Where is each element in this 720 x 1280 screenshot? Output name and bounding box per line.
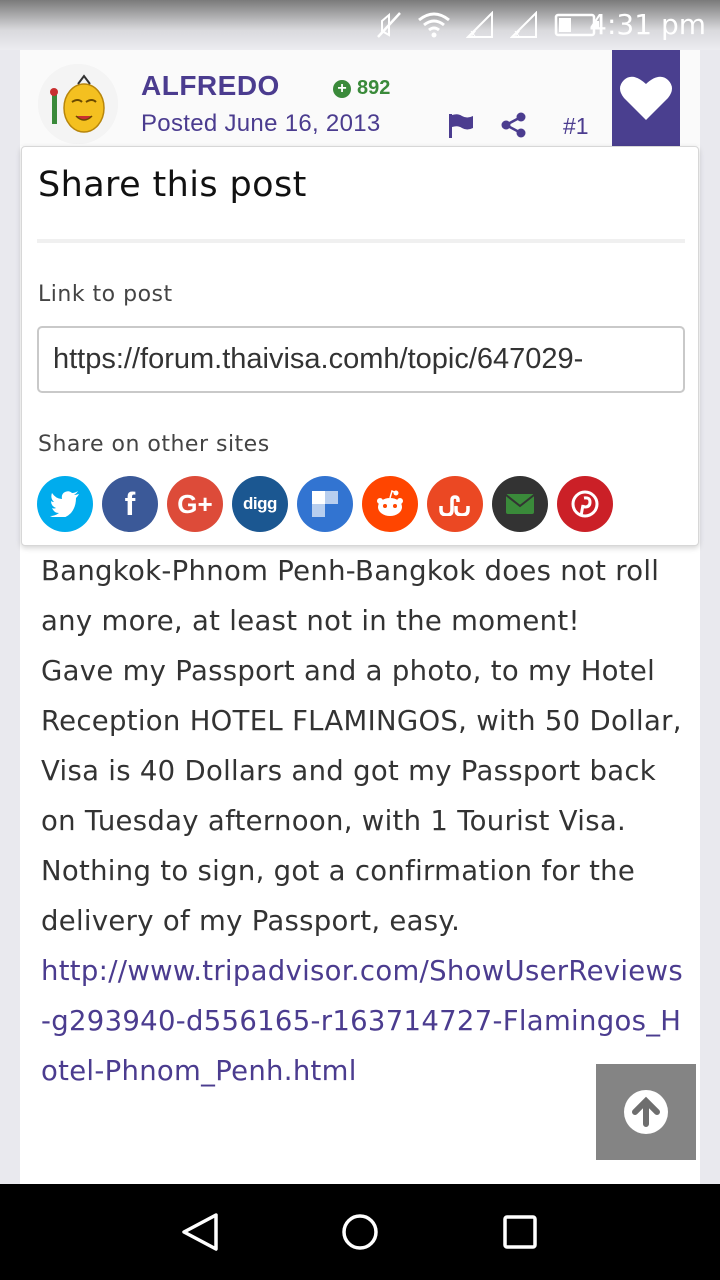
- mute-icon: [377, 12, 401, 38]
- svg-text:x: x: [514, 27, 521, 39]
- post-number-link[interactable]: #1: [563, 113, 589, 140]
- facebook-icon: f: [124, 485, 136, 522]
- envelope-icon: [505, 494, 535, 514]
- wifi-icon: [418, 12, 450, 38]
- clock: 4:31 pm: [589, 8, 706, 41]
- flag-icon[interactable]: [448, 114, 474, 138]
- share-site-buttons: f G+ digg: [37, 476, 613, 532]
- reddit-share-button[interactable]: [362, 476, 418, 532]
- post-paragraph: Gave my Passport and a photo, to my Hote…: [41, 655, 682, 937]
- signal-2-icon: x: [510, 11, 537, 39]
- post-paragraph: Bangkok-Phnom Penh-Bangkok does not roll…: [41, 555, 660, 637]
- stumbleupon-icon: [439, 495, 470, 516]
- stumbleupon-share-button[interactable]: [427, 476, 483, 532]
- system-navigation-bar: [0, 1184, 720, 1280]
- back-icon[interactable]: [178, 1212, 222, 1252]
- share-other-sites-label: Share on other sites: [38, 432, 270, 457]
- twitter-share-button[interactable]: [37, 476, 93, 532]
- post-link-field[interactable]: [37, 326, 685, 393]
- post-date: Posted June 16, 2013: [141, 110, 381, 137]
- svg-text:x: x: [470, 27, 477, 39]
- signal-1-icon: x: [466, 11, 493, 39]
- reputation-count: 892: [357, 77, 391, 99]
- share-popup-title: Share this post: [38, 165, 307, 205]
- status-bar: x x 4:31 pm: [0, 0, 720, 50]
- email-share-button[interactable]: [492, 476, 548, 532]
- reputation-badge: + 892: [333, 77, 390, 100]
- avatar-image: [38, 64, 118, 144]
- author-name[interactable]: ALFREDO: [141, 70, 280, 102]
- post-header: ALFREDO + 892 Posted June 16, 2013 #1: [20, 50, 700, 146]
- digg-share-button[interactable]: digg: [232, 476, 288, 532]
- tripadvisor-link[interactable]: http://www.tripadvisor.com/ShowUserRevie…: [41, 955, 683, 1087]
- arrow-up-circle-icon: [624, 1090, 668, 1134]
- like-button[interactable]: [612, 50, 680, 146]
- digg-icon: digg: [243, 494, 277, 513]
- home-icon[interactable]: [340, 1212, 380, 1252]
- pinterest-icon: [571, 490, 599, 518]
- status-icons: x x: [376, 10, 600, 40]
- googleplus-share-button[interactable]: G+: [167, 476, 223, 532]
- twitter-icon: [50, 491, 79, 517]
- delicious-share-button[interactable]: [297, 476, 353, 532]
- post-body: Bangkok-Phnom Penh-Bangkok does not roll…: [41, 546, 691, 1096]
- heart-icon: [620, 76, 672, 120]
- google-plus-icon: G+: [177, 488, 213, 519]
- avatar[interactable]: [38, 64, 118, 144]
- delicious-icon: [312, 491, 338, 517]
- divider: [37, 239, 685, 243]
- pinterest-share-button[interactable]: [557, 476, 613, 532]
- share-popup: Share this post Link to post Share on ot…: [21, 146, 699, 546]
- share-icon[interactable]: [501, 112, 527, 138]
- facebook-share-button[interactable]: f: [102, 476, 158, 532]
- scroll-to-top-button[interactable]: [596, 1064, 696, 1160]
- reddit-icon: [377, 490, 403, 516]
- recents-icon[interactable]: [502, 1214, 538, 1250]
- link-to-post-label: Link to post: [38, 282, 173, 307]
- plus-circle-icon: +: [333, 79, 351, 98]
